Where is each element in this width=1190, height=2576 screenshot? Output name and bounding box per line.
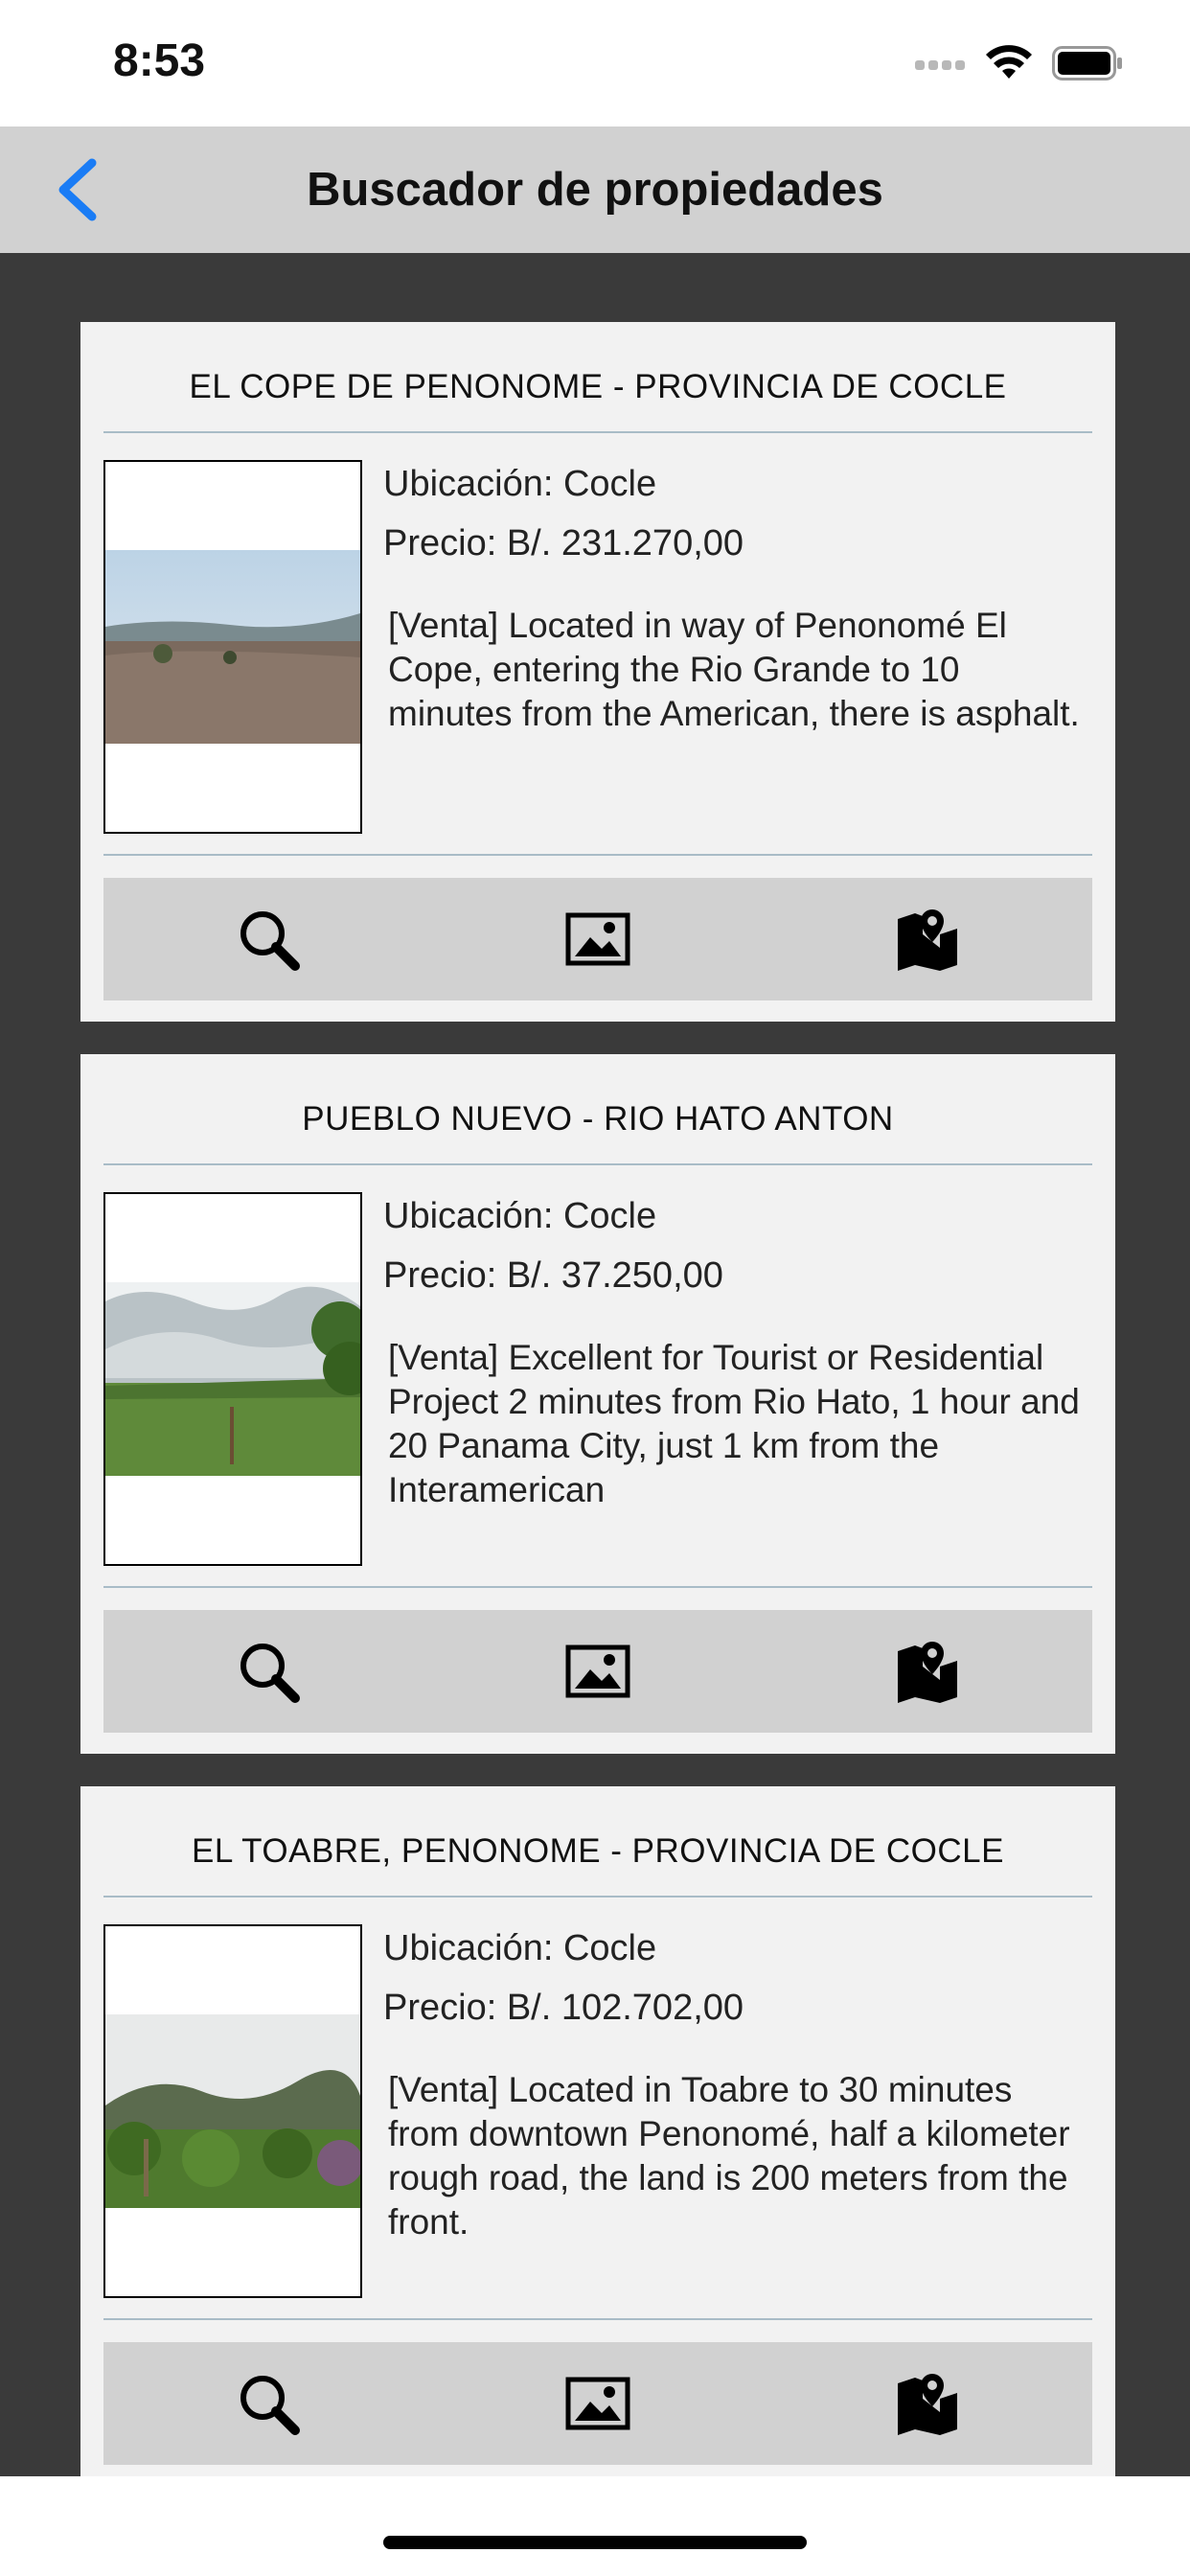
gallery-button[interactable]: [433, 2342, 763, 2465]
listing-photo[interactable]: [103, 1924, 362, 2298]
listing-description: [Venta] Located in way of Penonomé El Co…: [388, 606, 1080, 733]
status-time: 8:53: [113, 35, 206, 86]
divider: [103, 1586, 1092, 1588]
home-indicator[interactable]: [383, 2536, 807, 2549]
listing-location: Ubicación: Cocle: [383, 1196, 657, 1236]
details-button[interactable]: [103, 878, 433, 1000]
listing-action-bar: [103, 878, 1092, 1000]
listing-photo[interactable]: [103, 1192, 362, 1566]
listing-scroll-area[interactable]: EL COPE DE PENONOME - PROVINCIA DE COCLE…: [0, 253, 1190, 2476]
listing-location: Ubicación: Cocle: [383, 464, 657, 504]
map-pin-icon: [898, 2374, 957, 2435]
listing-location: Ubicación: Cocle: [383, 1928, 657, 1968]
listing-price: Precio: B/. 37.250,00: [383, 1255, 723, 1296]
gallery-button[interactable]: [433, 878, 763, 1000]
navigation-bar: Buscador de propiedades: [0, 126, 1190, 253]
magnifier-icon: [240, 911, 300, 971]
magnifier-icon: [240, 2376, 300, 2435]
listing-price: Precio: B/. 102.702,00: [383, 1988, 744, 2028]
map-button[interactable]: [763, 2342, 1092, 2465]
map-pin-icon: [898, 1642, 957, 1703]
divider: [103, 854, 1092, 856]
listing-card[interactable]: EL TOABRE, PENONOME - PROVINCIA DE COCLE…: [80, 1786, 1115, 2476]
battery-icon: [1052, 46, 1122, 80]
cellular-signal-icon: [915, 58, 973, 77]
divider: [103, 2318, 1092, 2320]
listing-card[interactable]: PUEBLO NUEVO - RIO HATO ANTON Ubicación:…: [80, 1054, 1115, 1754]
listing-action-bar: [103, 2342, 1092, 2465]
listing-action-bar: [103, 1610, 1092, 1733]
divider: [103, 1896, 1092, 1898]
map-button[interactable]: [763, 878, 1092, 1000]
listing-title: PUEBLO NUEVO - RIO HATO ANTON: [302, 1100, 894, 1138]
map-button[interactable]: [763, 1610, 1092, 1733]
listing-title: EL TOABRE, PENONOME - PROVINCIA DE COCLE: [192, 1832, 1004, 1870]
magnifier-icon: [240, 1644, 300, 1703]
listing-description: [Venta] Located in Toabre to 30 minutes …: [388, 2070, 1070, 2242]
divider: [103, 431, 1092, 433]
page-title: Buscador de propiedades: [307, 164, 883, 216]
wifi-icon: [986, 45, 1032, 79]
details-button[interactable]: [103, 2342, 433, 2465]
listing-photo[interactable]: [103, 460, 362, 834]
listing-description: [Venta] Excellent for Tourist or Residen…: [388, 1338, 1080, 1509]
image-icon: [565, 1644, 630, 1698]
map-pin-icon: [898, 909, 957, 971]
image-icon: [565, 2377, 630, 2430]
details-button[interactable]: [103, 1610, 433, 1733]
home-indicator-area: [0, 2476, 1190, 2576]
status-bar: 8:53: [0, 0, 1190, 126]
listing-card[interactable]: EL COPE DE PENONOME - PROVINCIA DE COCLE…: [80, 322, 1115, 1022]
divider: [103, 1163, 1092, 1165]
listing-title: EL COPE DE PENONOME - PROVINCIA DE COCLE: [189, 368, 1007, 405]
listing-price: Precio: B/. 231.270,00: [383, 523, 744, 564]
image-icon: [565, 912, 630, 966]
gallery-button[interactable]: [433, 1610, 763, 1733]
